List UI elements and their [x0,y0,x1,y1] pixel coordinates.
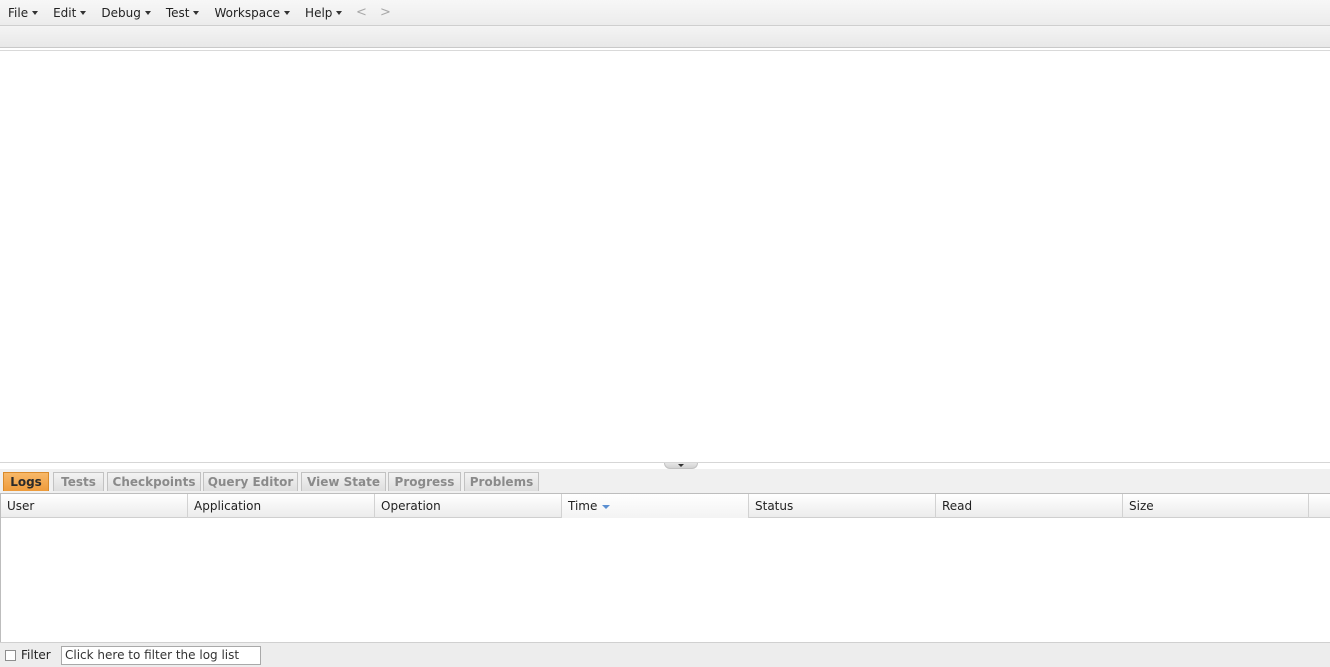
chevron-down-icon [284,11,291,15]
forward-button[interactable]: > [373,0,397,26]
menu-workspace-label: Workspace [214,5,281,20]
tab-problems[interactable]: Problems [464,472,539,491]
toolbar [0,26,1330,48]
column-header-time[interactable]: Time [562,494,749,518]
column-label: User [7,499,35,513]
menu-bar: File Edit Debug Test Workspace Help < > [0,0,1330,26]
grid-body [1,518,1330,642]
column-header-user[interactable]: User [1,494,188,518]
menu-edit-label: Edit [53,5,77,20]
chevron-down-icon [32,11,39,15]
tab-view-state[interactable]: View State [301,472,386,491]
column-label: Size [1129,499,1154,513]
tab-bar: Logs Tests Checkpoints Query Editor View… [0,469,1330,494]
menu-debug-label: Debug [101,5,141,20]
grid-header: User Application Operation Time Status R… [1,494,1330,518]
tab-logs[interactable]: Logs [3,472,49,491]
column-header-operation[interactable]: Operation [375,494,562,518]
chevron-down-icon [80,11,87,15]
menu-help[interactable]: Help [297,0,349,26]
filter-checkbox[interactable] [5,649,16,661]
log-grid: User Application Operation Time Status R… [0,494,1330,642]
column-label: Operation [381,499,441,513]
filter-label: Filter [21,648,51,662]
column-label: Application [194,499,262,513]
menu-file-label: File [8,5,29,20]
workspace-area [0,51,1330,462]
menu-file[interactable]: File [0,0,45,26]
collapse-arrow-icon [678,464,684,467]
column-label: Time [568,499,598,513]
filter-input[interactable]: Click here to filter the log list [61,646,261,665]
bottom-panel: Logs Tests Checkpoints Query Editor View… [0,469,1330,667]
column-header-read[interactable]: Read [936,494,1123,518]
menu-workspace[interactable]: Workspace [206,0,297,26]
tab-checkpoints[interactable]: Checkpoints [107,472,201,491]
menu-help-label: Help [305,5,333,20]
chevron-down-icon [193,11,200,15]
column-label: Read [942,499,973,513]
tab-query-editor[interactable]: Query Editor [203,472,298,491]
filter-bar: Filter Click here to filter the log list [0,642,1330,667]
back-button[interactable]: < [349,0,373,26]
menu-test-label: Test [165,5,190,20]
column-header-application[interactable]: Application [188,494,375,518]
menu-debug[interactable]: Debug [93,0,157,26]
menu-edit[interactable]: Edit [45,0,93,26]
tab-tests[interactable]: Tests [53,472,104,491]
column-header-size[interactable]: Size [1123,494,1309,518]
column-label: Status [755,499,794,513]
menu-test[interactable]: Test [158,0,207,26]
chevron-down-icon [336,11,343,15]
column-header-status[interactable]: Status [749,494,936,518]
panel-splitter[interactable] [0,462,1330,469]
sort-descending-icon [602,504,611,509]
tab-progress[interactable]: Progress [388,472,461,491]
chevron-down-icon [144,11,151,15]
column-header-spacer [1309,494,1330,518]
